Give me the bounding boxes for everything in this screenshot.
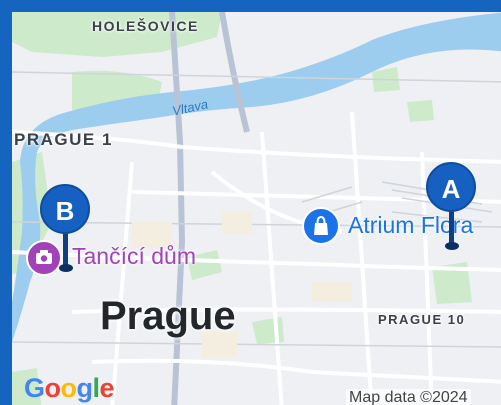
marker-b-label: B: [40, 184, 90, 234]
map-view[interactable]: HOLEŠOVICE Vltava PRAGUE 1 Prague PRAGUE…: [12, 12, 501, 405]
google-logo[interactable]: Google: [24, 373, 115, 404]
city-label-prague: Prague: [100, 294, 236, 338]
district-label-prague1: PRAGUE 1: [14, 130, 113, 149]
shopping-bag-icon[interactable]: [302, 207, 340, 245]
map-attribution[interactable]: Map data ©2024: [346, 389, 471, 405]
map-frame: HOLEŠOVICE Vltava PRAGUE 1 Prague PRAGUE…: [0, 0, 501, 405]
marker-a[interactable]: A: [426, 162, 478, 254]
district-label-prague10: PRAGUE 10: [378, 312, 466, 327]
district-label-holesovice: HOLEŠOVICE: [92, 18, 199, 34]
marker-a-label: A: [426, 162, 476, 212]
marker-b[interactable]: B: [40, 184, 92, 276]
